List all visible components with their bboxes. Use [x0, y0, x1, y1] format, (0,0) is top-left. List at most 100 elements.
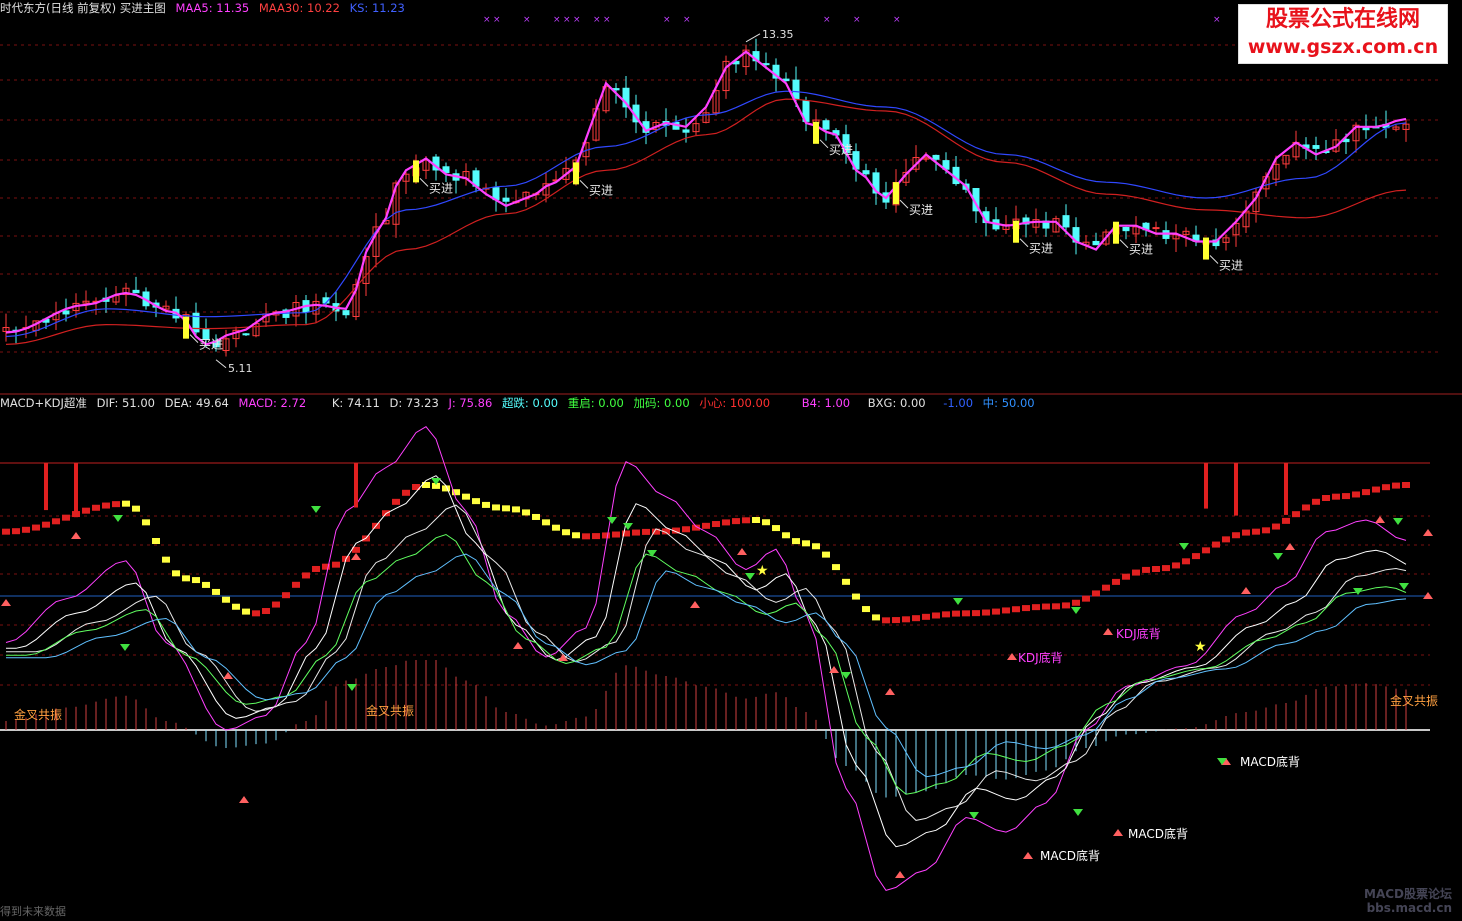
- buy-signal-label: 买进: [589, 183, 613, 197]
- down-arrow: [113, 515, 123, 522]
- wave-dot: [1202, 547, 1210, 554]
- wave-dot: [1112, 578, 1120, 585]
- wave-dot: [1182, 558, 1190, 565]
- wave-dot: [1002, 607, 1010, 614]
- wave-dot: [642, 528, 650, 535]
- wave-dot: [922, 613, 930, 620]
- chaodie-readout: 超跌: 0.00: [501, 396, 559, 410]
- candle: [682, 129, 690, 133]
- macd-bottom-label: MACD底背: [1040, 848, 1100, 863]
- up-arrow: [351, 553, 361, 560]
- wave-dot: [262, 608, 270, 615]
- wave-dot: [1332, 493, 1340, 500]
- wave-dot: [1352, 491, 1360, 498]
- wave-dot: [1122, 573, 1130, 580]
- wave-dot: [502, 505, 510, 512]
- wave-dot: [822, 551, 830, 558]
- wave-dot: [1402, 482, 1410, 488]
- wave-dot: [232, 603, 240, 610]
- corner-watermark: MACD股票论坛 bbs.macd.cn: [1364, 887, 1452, 915]
- maa30-readout: MAA30: 10.22: [258, 1, 340, 15]
- low-label: 5.11: [228, 362, 253, 375]
- corner-watermark-line1: MACD股票论坛: [1364, 887, 1452, 901]
- wave-dot: [1252, 528, 1260, 535]
- main-price-chart[interactable]: 买进买进 买进买进买进买进 买进买进13.355.11× × × × × × × × × × × × × ×金…: [0, 0, 1462, 921]
- xiaoxin-readout: 小心: 100.00: [699, 396, 771, 410]
- gold-resonance-label: 金叉共振: [1390, 693, 1438, 708]
- wave-dot: [942, 611, 950, 618]
- up-arrow: [239, 796, 249, 803]
- wave-dot: [1282, 517, 1290, 524]
- j-readout: J: 75.86: [448, 396, 493, 410]
- wave-dot: [842, 578, 850, 585]
- wave-dot: [802, 540, 810, 547]
- x-marker: ×: [823, 15, 831, 25]
- warning-spike: [74, 463, 78, 518]
- d-readout: D: 73.23: [389, 396, 439, 410]
- wave-dot: [1192, 553, 1200, 560]
- buy-signal-bar: [573, 162, 579, 185]
- wave-dot: [1162, 565, 1170, 572]
- wave-dot: [632, 529, 640, 536]
- x-marker: ×: [573, 15, 581, 25]
- wave-dot: [142, 519, 150, 526]
- candle: [502, 197, 510, 202]
- candle: [342, 310, 350, 316]
- wave-dot: [522, 509, 530, 516]
- buy-signal-bar: [813, 121, 819, 144]
- wave-dot: [832, 564, 840, 571]
- wave-dot: [562, 529, 570, 536]
- wave-dot: [1232, 532, 1240, 539]
- candle: [242, 333, 250, 336]
- wave-dot: [152, 538, 160, 544]
- down-arrow: [953, 598, 963, 605]
- wave-dot: [792, 538, 800, 545]
- dif-line: [6, 533, 1407, 795]
- wave-dot: [872, 614, 880, 621]
- up-arrow: [690, 601, 700, 608]
- main-chart-header: 时代东方(日线 前复权) 买进主图 MAA5: 11.35 MAA30: 10.…: [0, 0, 411, 16]
- buy-signal-bar: [1203, 237, 1209, 260]
- x-marker: ×: [1213, 15, 1221, 25]
- indicator-title: MACD+KDJ超准: [0, 396, 87, 410]
- j-line: [5, 426, 1407, 891]
- macd-readout: MACD: 2.72: [238, 396, 307, 410]
- up-arrow: [1423, 529, 1433, 536]
- up-arrow: [1241, 587, 1251, 594]
- candle: [792, 79, 800, 100]
- up-arrow: [737, 548, 747, 555]
- wave-dot: [102, 502, 110, 509]
- x-marker: ×: [853, 15, 861, 25]
- warning-spike: [354, 463, 358, 508]
- wave-dot: [492, 504, 500, 511]
- high-label: 13.35: [762, 28, 794, 41]
- wave-dot: [1142, 566, 1150, 573]
- wave-dot: [42, 521, 50, 528]
- buy-signal-label: 买进: [1029, 242, 1053, 256]
- zhong-readout: 中: 50.00: [982, 396, 1035, 410]
- wave-dot: [762, 519, 770, 526]
- wave-dot: [1022, 605, 1030, 612]
- low-pointer: [215, 359, 227, 369]
- wave-dot: [62, 514, 70, 521]
- wave-dot: [772, 525, 780, 532]
- ks-readout: KS: 11.23: [349, 1, 405, 15]
- down-arrow: [120, 644, 130, 651]
- wave-dot: [1062, 602, 1070, 609]
- candle: [62, 310, 70, 315]
- down-arrow: [1073, 809, 1083, 816]
- wave-dot: [892, 617, 900, 624]
- wave-dot: [122, 500, 130, 507]
- wave-dot: [1152, 566, 1160, 572]
- warning-spike: [1204, 463, 1208, 509]
- wave-dot: [912, 615, 920, 622]
- wave-dot: [162, 556, 170, 563]
- wave-dot: [512, 506, 520, 513]
- chart-stage[interactable]: 买进 买进 买进 买进 买进 买进 买进 买进 13.35 5.11 × × × × × × × × × × × × × × 金…: [0, 0, 1462, 921]
- buy-signal-pointer: [819, 139, 829, 149]
- wave-dot: [422, 482, 430, 488]
- wave-dot: [582, 533, 590, 540]
- gold-resonance-label: 金叉共振: [14, 707, 62, 722]
- bxg-readout: BXG: 0.00: [867, 396, 926, 410]
- warning-spike: [44, 463, 48, 511]
